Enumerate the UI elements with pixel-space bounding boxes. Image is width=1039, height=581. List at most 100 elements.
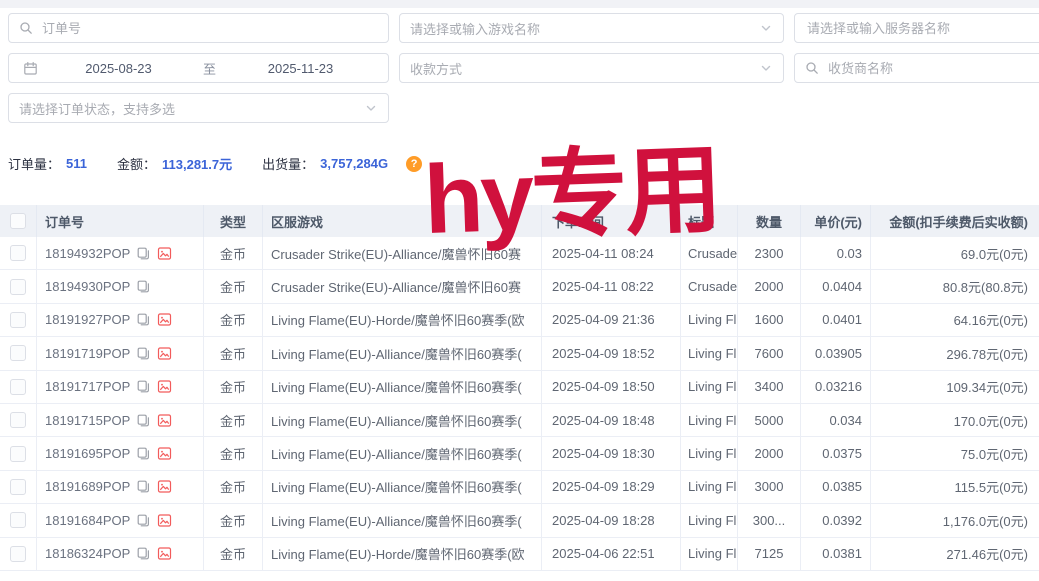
calendar-icon [23,61,38,76]
order-time-cell: 2025-04-09 18:52 [541,337,680,369]
amount-cell: 64.16元(0元) [870,304,1039,336]
order-no-cell: 18191927POP [36,304,203,336]
row-checkbox[interactable] [10,279,26,295]
row-checkbox[interactable] [10,446,26,462]
copy-icon[interactable] [136,312,151,327]
table-row: 18194930POP金币Crusader Strike(EU)-Allianc… [0,270,1039,303]
orders-table: 订单号类型区服游戏下单时间标题数量单价(元)金额(扣手续费后实收额) 18194… [0,205,1039,571]
title-cell: Living Fl [680,504,737,536]
title-cell: Living Fl [680,404,737,436]
supplier-search-input[interactable] [794,53,1039,83]
image-proof-icon[interactable] [157,413,172,428]
copy-icon[interactable] [136,513,151,528]
order-no-cell: 18191684POP [36,504,203,536]
row-checkbox[interactable] [10,546,26,562]
row-checkbox[interactable] [10,512,26,528]
image-proof-icon[interactable] [157,446,172,461]
unit-price-cell: 0.03 [800,237,870,269]
type-cell: 金币 [203,504,262,536]
image-proof-icon[interactable] [157,246,172,261]
game-server-cell: Living Flame(EU)-Alliance/魔兽怀旧60赛季( [262,371,541,403]
copy-icon[interactable] [136,546,151,561]
copy-icon[interactable] [136,279,151,294]
quantity-cell: 2300 [737,237,800,269]
copy-icon[interactable] [136,379,151,394]
order-status-select[interactable]: 请选择订单状态，支持多选 [8,93,389,123]
image-proof-icon[interactable] [157,379,172,394]
help-icon[interactable]: ? [406,156,422,172]
table-row: 18194932POP金币Crusader Strike(EU)-Allianc… [0,237,1039,270]
supplier-input[interactable] [826,60,1039,77]
table-row: 18191927POP金币Living Flame(EU)-Horde/魔兽怀旧… [0,304,1039,337]
game-select-placeholder: 请选择或输入游戏名称 [410,19,752,38]
date-range-picker[interactable]: 2025-08-23 至 2025-11-23 [8,53,389,83]
column-header-6: 数量 [737,205,800,237]
image-proof-icon[interactable] [157,479,172,494]
order-time-cell: 2025-04-09 21:36 [541,304,680,336]
status-select-placeholder: 请选择订单状态，支持多选 [19,99,357,118]
row-checkbox[interactable] [10,312,26,328]
title-cell: Living Fl [680,437,737,469]
title-cell: Living Fl [680,304,737,336]
unit-price-cell: 0.0404 [800,270,870,302]
shipment-value: 3,757,284G [320,156,388,171]
order-no: 18191689POP [45,479,130,494]
row-checkbox[interactable] [10,479,26,495]
date-start-value[interactable]: 2025-08-23 [45,61,192,76]
amount-value: 113,281.7元 [162,154,232,173]
type-cell: 金币 [203,404,262,436]
copy-icon[interactable] [136,446,151,461]
top-band [0,0,1039,8]
row-select-cell [0,270,36,302]
order-no: 18191715POP [45,413,130,428]
image-proof-icon[interactable] [157,312,172,327]
select-all-checkbox[interactable] [10,213,26,229]
copy-icon[interactable] [136,413,151,428]
date-end-value[interactable]: 2025-11-23 [227,61,374,76]
table-row: 18191695POP金币Living Flame(EU)-Alliance/魔… [0,437,1039,470]
row-checkbox[interactable] [10,379,26,395]
quantity-cell: 3400 [737,371,800,403]
select-all-cell [0,205,36,237]
server-select[interactable] [794,13,1039,43]
order-no-search-input[interactable] [8,13,389,43]
table-row: 18191689POP金币Living Flame(EU)-Alliance/魔… [0,471,1039,504]
table-row: 18191684POP金币Living Flame(EU)-Alliance/魔… [0,504,1039,537]
order-no-cell: 18191717POP [36,371,203,403]
order-time-cell: 2025-04-09 18:28 [541,504,680,536]
order-time-cell: 2025-04-09 18:48 [541,404,680,436]
row-checkbox[interactable] [10,412,26,428]
summary-stats-bar: 订单量： 511 金额： 113,281.7元 出货量： 3,757,284G … [8,154,422,173]
type-cell: 金币 [203,437,262,469]
order-no: 18191684POP [45,513,130,528]
type-cell: 金币 [203,270,262,302]
unit-price-cell: 0.0381 [800,538,870,570]
amount-cell: 69.0元(0元) [870,237,1039,269]
column-header-2: 类型 [203,205,262,237]
order-no-input[interactable] [40,20,378,37]
unit-price-cell: 0.0401 [800,304,870,336]
order-time-cell: 2025-04-06 22:51 [541,538,680,570]
copy-icon[interactable] [136,346,151,361]
table-row: 18191719POP金币Living Flame(EU)-Alliance/魔… [0,337,1039,370]
copy-icon[interactable] [136,479,151,494]
table-row: 18191717POP金币Living Flame(EU)-Alliance/魔… [0,371,1039,404]
image-proof-icon[interactable] [157,546,172,561]
order-no-cell: 18191719POP [36,337,203,369]
row-checkbox[interactable] [10,345,26,361]
row-select-cell [0,471,36,503]
server-input[interactable] [805,20,1039,37]
order-no-cell: 18191689POP [36,471,203,503]
game-select[interactable]: 请选择或输入游戏名称 [399,13,784,43]
payment-method-select[interactable]: 收款方式 [399,53,784,83]
quantity-cell: 300... [737,504,800,536]
chevron-down-icon [364,101,378,115]
row-checkbox[interactable] [10,245,26,261]
image-proof-icon[interactable] [157,513,172,528]
type-cell: 金币 [203,471,262,503]
image-proof-icon[interactable] [157,346,172,361]
copy-icon[interactable] [136,246,151,261]
search-icon [19,21,33,35]
order-no: 18191695POP [45,446,130,461]
order-no: 18191927POP [45,312,130,327]
